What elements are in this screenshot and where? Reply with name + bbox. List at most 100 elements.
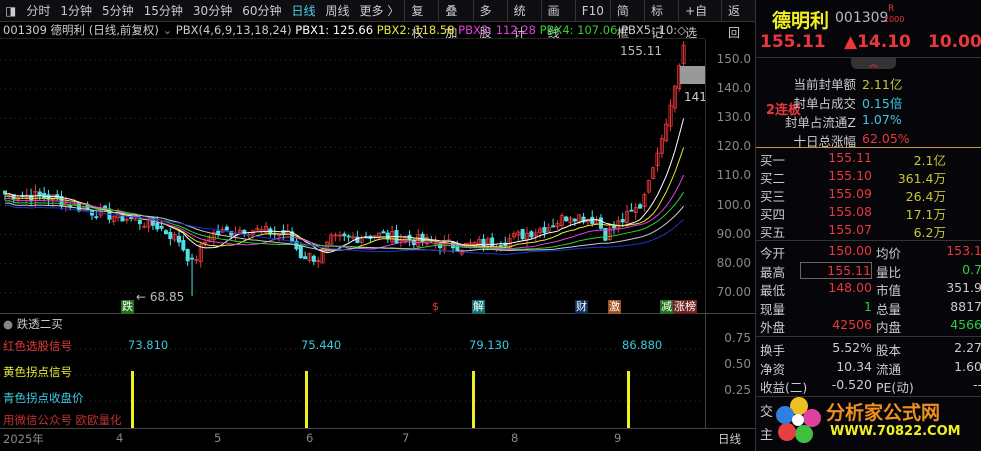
quote-cell: 市值 (876, 283, 902, 298)
candle-body (629, 209, 634, 212)
event-tag[interactable]: $ (431, 300, 440, 314)
quote-cell: 155.11 (828, 150, 872, 165)
toolbar-button[interactable]: 复权 (404, 0, 438, 40)
r-sub: 1000 (884, 15, 905, 24)
candle-body (529, 231, 534, 238)
quote-cell: 351.9 (946, 280, 981, 295)
candle-body (620, 219, 625, 223)
indicator-info-line: 001309 德明利 (日线,前复权) ⌄ PBX(4,6,9,13,18,24… (0, 22, 705, 39)
date-axis: 2025年 4 5 6 7 8 9 日线 (0, 428, 755, 446)
indicator-title[interactable]: ● 跌透二买 (3, 316, 63, 332)
event-tag[interactable]: 财 (575, 300, 588, 314)
candle-body (159, 225, 164, 229)
event-tag[interactable]: 涨榜 (673, 300, 697, 314)
candle-body (346, 235, 351, 238)
candle-body (181, 240, 186, 251)
period-tab[interactable]: 60分钟 (237, 2, 286, 19)
axis-tick: 0.50 (724, 357, 751, 371)
toolbar-button[interactable]: 返回 (720, 0, 755, 40)
quote-row: 封单占成交 0.15倍 (760, 93, 980, 111)
quote-cell: 总量 (876, 301, 902, 317)
candle-body (638, 204, 643, 209)
section-label[interactable]: 主 (760, 424, 773, 443)
quote-cell: 42506 (832, 317, 872, 332)
dropdown-icon[interactable]: ⌄ (163, 23, 176, 37)
toolbar-button[interactable]: 画线 (540, 0, 575, 40)
pbx3-value: PBX3: 112.28 (458, 23, 536, 37)
quote-cell: 封单占流通Z (784, 115, 856, 130)
toolbar-button[interactable]: 简框 (609, 0, 644, 40)
toolbar-button[interactable]: 多股 (472, 0, 507, 40)
period-tab[interactable]: 更多 〉 (355, 2, 405, 19)
candle-body (481, 238, 486, 247)
low-price-label: ← 68.85 (136, 290, 184, 304)
candle-body (190, 257, 195, 260)
section-label[interactable]: 交 (760, 401, 773, 420)
event-tag[interactable]: 跌 (121, 300, 134, 314)
quote-cell: 17.1万 (905, 207, 946, 222)
axis-tick: 0.75 (724, 331, 751, 345)
quote-cell: 买三 (760, 189, 786, 204)
period-tab[interactable]: 1分钟 (55, 2, 97, 19)
quote-cell: 1.60 (954, 358, 981, 374)
signal-value: 79.130 (469, 338, 510, 352)
legend-red-signal: 红色选股信号 (3, 339, 72, 353)
period-tab[interactable]: 15分钟 (139, 2, 188, 19)
candle-body (155, 222, 160, 230)
date-tick: 6 (306, 431, 314, 445)
high-price-label: 155.11 (620, 44, 662, 58)
pbx5-value: PBX5: 10:◇ (621, 23, 686, 37)
period-tab[interactable]: 30分钟 (188, 2, 237, 19)
quote-cell: 封单占成交 (793, 96, 856, 111)
pbx4-value: PBX4: 107.06 (539, 23, 618, 37)
quote-cell: 155.11 (800, 261, 872, 279)
quote-cell: 买二 (760, 171, 786, 186)
quote-cell: 361.4万 (897, 171, 946, 186)
toolbar-button[interactable]: F10 (574, 0, 610, 22)
toolbar-button[interactable]: +自选 (678, 0, 721, 40)
quote-row: 最高 155.11 量比 0.7 (760, 261, 981, 280)
stock-title: 001309 德明利 (日线,前复权) (3, 23, 159, 37)
candle-body (612, 225, 617, 229)
legend-cyan-price: 青色拐点收盘价 (3, 391, 84, 405)
candle-body (590, 216, 595, 225)
collapse-icon[interactable]: ● (3, 317, 13, 331)
candlestick-chart[interactable]: 155.11 ← 68.85 141. (0, 39, 705, 313)
period-tab[interactable]: 5分钟 (97, 2, 139, 19)
quote-cell: 十日总涨幅 (793, 134, 856, 149)
candle-body (168, 231, 173, 240)
candle-body (37, 191, 42, 196)
quote-row: 最低 148.00 市值 351.9 (760, 280, 981, 298)
quote-cell: 今开 (760, 246, 786, 261)
sidebar-toggle-icon[interactable]: ◨ (0, 4, 21, 18)
candle-body (298, 245, 303, 259)
period-tab[interactable]: 分时 (21, 2, 55, 19)
quote-cell: 买四 (760, 207, 786, 222)
period-tab[interactable]: 周线 (321, 2, 355, 19)
quote-cell: 均价 (876, 246, 902, 261)
quote-cell: 流通 (876, 361, 902, 377)
quote-row: 外盘 42506 内盘 4566 (760, 317, 981, 335)
toolbar-button[interactable]: 标记 (643, 0, 678, 40)
last-price-label: 141. (684, 90, 705, 104)
quote-cell: 买一 (760, 153, 786, 168)
quote-cell: 155.10 (828, 168, 872, 183)
toolbar-button[interactable]: 叠加 (438, 0, 472, 40)
event-tag[interactable]: 解 (472, 300, 485, 314)
quote-cell: 2.27 (954, 340, 981, 355)
signal-bar (627, 371, 630, 429)
quote-cell: 155.08 (828, 204, 872, 219)
price-tick: 130.0 (716, 110, 751, 125)
event-tag[interactable]: 激 (608, 300, 621, 314)
candle-body (572, 218, 577, 222)
quote-cell: -0.520 (831, 377, 872, 392)
period-toolbar: ◨ 分时 1分钟 5分钟 15分钟 30分钟 60分钟 日线 周线 更多 〉 复权 叠加 多股 统计画… (0, 0, 755, 40)
period-label[interactable]: 日线 (718, 431, 741, 447)
candle-body (42, 193, 47, 198)
collapse-button[interactable]: ︽ (851, 57, 896, 70)
flower-logo-icon (776, 397, 821, 443)
period-tab[interactable]: 日线 (286, 2, 320, 19)
event-tag[interactable]: 减 (660, 300, 673, 314)
indicator-name[interactable]: PBX(4,6,9,13,18,24) (176, 23, 292, 37)
toolbar-button[interactable]: 统计 (506, 0, 541, 40)
